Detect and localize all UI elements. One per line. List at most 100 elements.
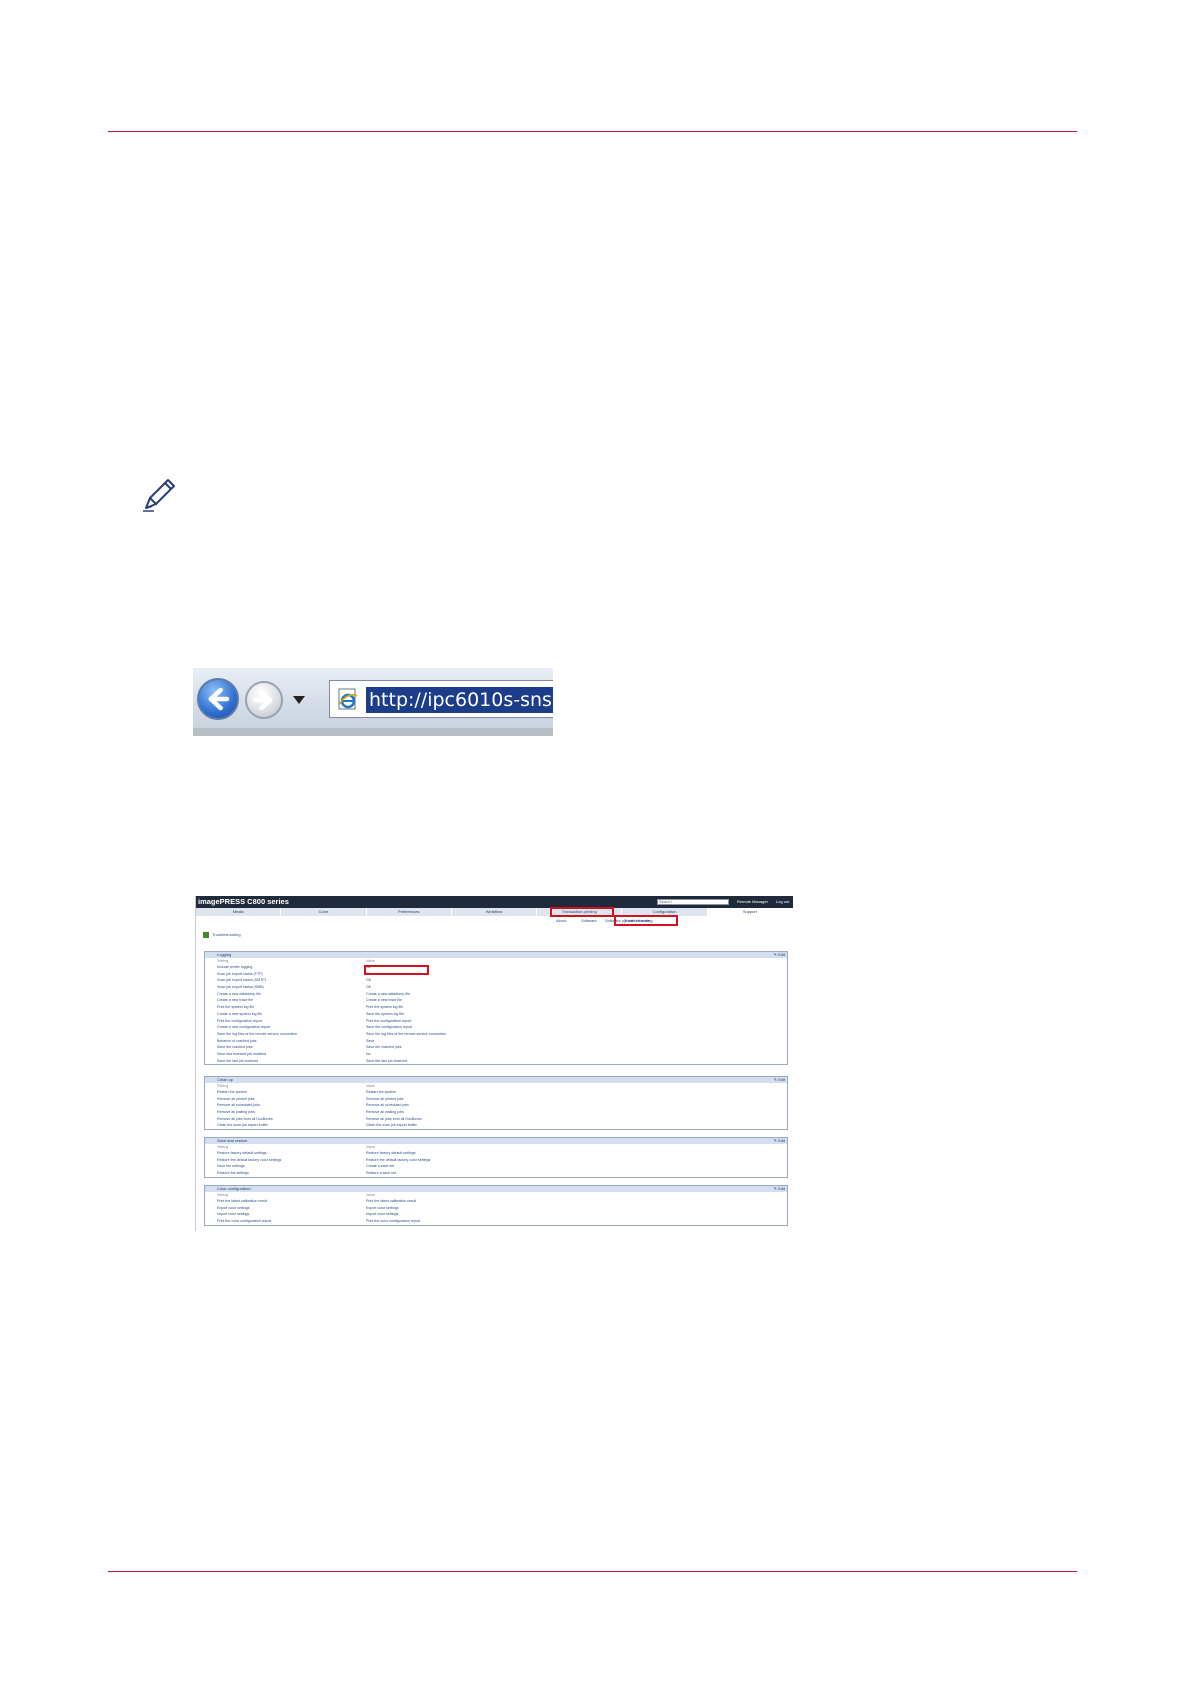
setting-row[interactable]: Create a new datadump file Create a new d…: [205, 991, 787, 998]
troubleshooting-icon: [203, 932, 209, 938]
printer-logging-value-highlight: [364, 965, 429, 975]
setting-row[interactable]: Import color settings Import color settin…: [205, 1211, 787, 1218]
setting-row[interactable]: Save the last job received Save the last …: [205, 1058, 787, 1065]
setting-name: Export color settings: [217, 1205, 250, 1210]
logout-link[interactable]: Log out: [776, 899, 789, 904]
setting-row[interactable]: Include printer logging No: [205, 964, 787, 971]
subtab-software[interactable]: Software: [581, 918, 597, 923]
subtab-about[interactable]: About: [556, 918, 566, 923]
setting-row[interactable]: Print the latest calibration result Print…: [205, 1198, 787, 1205]
setting-name: Restart the system: [217, 1090, 247, 1094]
section-color-configuration: Color configuration ✎ Edit Setting Value Pri…: [204, 1185, 788, 1226]
setting-value: Restore a save set: [366, 1171, 396, 1176]
setting-name: Create a new trace file: [217, 998, 253, 1003]
tab-media[interactable]: Media: [196, 908, 282, 916]
setting-row[interactable]: Print the color configuration report Prin…: [205, 1218, 787, 1225]
setting-row[interactable]: Scan job export status (SMTP) OK: [205, 977, 787, 984]
support-tab-highlight: [550, 907, 614, 917]
setting-name: Include printer logging: [217, 965, 253, 969]
setting-value: Restart the system: [366, 1090, 396, 1094]
setting-value: Create a new trace file: [366, 998, 402, 1003]
setting-name: Save last received job enabled: [217, 1051, 266, 1056]
main-tabbar: Media Color Preferences Workflow Transaction…: [196, 908, 793, 916]
remote-manager-link[interactable]: Remote Manager: [737, 899, 768, 904]
setting-row[interactable]: Scan job export status (SMB) OK: [205, 984, 787, 991]
setting-name: Clean the scan job export buffer: [217, 1123, 268, 1128]
setting-row[interactable]: Remove all printed jobs Remove all printe…: [205, 1096, 787, 1103]
setting-name: Save the last job received: [217, 1058, 259, 1063]
setting-name: Remove all jobs from all DocBoxes: [217, 1116, 273, 1121]
setting-row[interactable]: Clean the scan job export buffer Clean th…: [205, 1122, 787, 1129]
setting-value: Save the last job received: [366, 1058, 408, 1063]
setting-value: Restore the default factory color settin…: [366, 1157, 431, 1162]
setting-row[interactable]: Create a new trace file Create a new trac…: [205, 997, 787, 1004]
setting-name: Print the system log file: [217, 1005, 255, 1010]
setting-name: Restore factory default settings: [217, 1151, 267, 1155]
setting-value: Print the latest calibration result: [366, 1199, 417, 1203]
setting-row[interactable]: Remove all jobs from all DocBoxes Remove …: [205, 1116, 787, 1123]
setting-value: Remove all printed jobs: [366, 1096, 404, 1101]
setting-row[interactable]: Create a new system log file Save the sys…: [205, 1011, 787, 1018]
setting-row[interactable]: Save the settings Create a save set: [205, 1163, 787, 1170]
setting-name: Remove all printed jobs: [217, 1096, 255, 1101]
setting-value: Clean the scan job export buffer: [366, 1123, 417, 1128]
tab-support[interactable]: Support: [707, 908, 793, 916]
troubleshooting-tab-highlight: [614, 915, 678, 926]
section-clean-up: Clean up ✎ Edit Setting Value Restart the sy…: [204, 1076, 788, 1131]
setting-row[interactable]: Create a new configuration report Save th…: [205, 1024, 787, 1031]
section-save-and-restore: Save and restore ✎ Edit Setting Value Restor…: [204, 1137, 788, 1178]
setting-name: Scan job export status (SMB): [217, 985, 264, 990]
setting-name: Print the color configuration report: [217, 1219, 272, 1224]
setting-row[interactable]: Restart the system Restart the system: [205, 1089, 787, 1096]
setting-value: Save the system log file: [366, 1011, 404, 1016]
back-button[interactable]: [197, 678, 239, 720]
header-rule: [108, 131, 1077, 132]
setting-value: Save the log files of the remote service…: [366, 1031, 447, 1036]
setting-name: Remove all scheduled jobs: [217, 1103, 260, 1108]
setting-value: OK: [366, 985, 372, 990]
setting-row[interactable]: Behavior of crashed jobs Save: [205, 1038, 787, 1045]
setting-name: Save the log files of the remote service…: [217, 1031, 298, 1036]
setting-row[interactable]: Remove all scheduled jobs Remove all sche…: [205, 1102, 787, 1109]
address-bar[interactable]: http://ipc6010s-sns: [329, 680, 553, 718]
setting-value: Import color settings: [366, 1212, 399, 1217]
tab-workflow[interactable]: Workflow: [452, 908, 538, 916]
forward-arrow-icon: [252, 689, 273, 711]
setting-row[interactable]: Scan job export status (FTP) Clear error: [205, 971, 787, 978]
setting-row[interactable]: Save last received job enabled No: [205, 1051, 787, 1058]
setting-value: Print the color configuration report: [366, 1219, 421, 1224]
setting-row[interactable]: Restore the settings Restore a save set: [205, 1170, 787, 1177]
setting-value: Print the system log file: [366, 1005, 404, 1010]
setting-value: OK: [366, 978, 372, 983]
setting-name: Restore the default factory color settin…: [217, 1157, 282, 1162]
setting-value: Create a new datadump file: [366, 991, 410, 996]
setting-row[interactable]: Save the crashed jobs Save the crashed jo…: [205, 1044, 787, 1051]
url-text[interactable]: http://ipc6010s-sns: [366, 687, 553, 713]
setting-value: Save: [366, 1038, 375, 1043]
setting-value: Remove all jobs from all DocBoxes: [366, 1116, 422, 1121]
setting-value: No: [366, 1051, 371, 1056]
sub-tabbar: About Software Software update License Troub…: [196, 917, 793, 925]
setting-row[interactable]: Remove all waiting jobs Remove all waitin…: [205, 1109, 787, 1116]
setting-row[interactable]: Print the configuration report Print the …: [205, 1018, 787, 1025]
setting-name: Behavior of crashed jobs: [217, 1038, 257, 1043]
app-title: imagePRESS C800 series: [198, 897, 289, 906]
setting-name: Print the latest calibration result: [217, 1199, 268, 1203]
ie-page-icon: [338, 688, 358, 710]
setting-value: Save the configuration report: [366, 1025, 413, 1030]
tab-color[interactable]: Color: [281, 908, 367, 916]
setting-row[interactable]: Print the system log file Print the syste…: [205, 1004, 787, 1011]
history-dropdown-icon[interactable]: [293, 696, 305, 704]
forward-button[interactable]: [245, 681, 283, 719]
setting-row[interactable]: Save the log files of the remote service…: [205, 1031, 787, 1038]
setting-name: Create a new configuration report: [217, 1025, 271, 1030]
tab-preferences[interactable]: Preferences: [367, 908, 452, 916]
setting-value: Export color settings: [366, 1205, 399, 1210]
setting-row[interactable]: Restore the default factory color settin…: [205, 1157, 787, 1164]
setting-value: Save the crashed jobs: [366, 1045, 402, 1050]
search-input[interactable]: Search: [657, 899, 729, 905]
setting-value: Print the configuration report: [366, 1018, 412, 1023]
setting-row[interactable]: Restore factory default settings Restore …: [205, 1150, 787, 1157]
setting-name: Save the settings: [217, 1164, 245, 1169]
setting-row[interactable]: Export color settings Export color settin…: [205, 1205, 787, 1212]
